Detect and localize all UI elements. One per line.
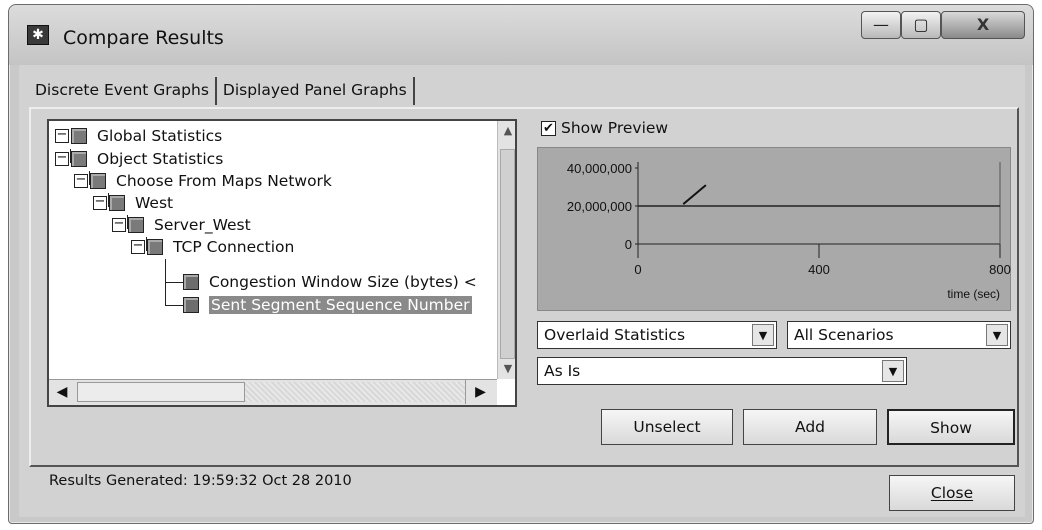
scenarios-value: All Scenarios — [794, 326, 894, 344]
y-tick-label: 0 — [625, 237, 632, 252]
tab-panel: − Global Statistics − Object Statistics … — [29, 107, 1019, 489]
statistic-checked-icon — [183, 297, 199, 313]
preview-chart-svg: 40,000,000 20,000,000 00 400 800 time (sec) — [567, 161, 1011, 301]
collapse-icon[interactable]: − — [55, 128, 69, 143]
tree-item-server-west[interactable]: − Server_West — [112, 214, 251, 236]
folder-icon — [71, 128, 87, 144]
checkmark-icon[interactable]: ✔ — [541, 120, 556, 136]
y-tick-label: 40,000,000 — [567, 161, 632, 176]
x-tick-label: 400 — [808, 262, 830, 277]
statistic-icon — [183, 274, 199, 290]
filter-value: As Is — [544, 362, 581, 380]
show-preview-label: Show Preview — [561, 119, 669, 137]
close-button[interactable]: Close — [889, 475, 1015, 511]
statistics-tree: − Global Statistics − Object Statistics … — [47, 119, 517, 407]
collapse-icon[interactable]: − — [93, 195, 107, 210]
filter-select[interactable]: As Is ▼ — [537, 357, 907, 385]
tree-item-label: Server_West — [154, 216, 251, 234]
tree-item-choose-from-maps-network[interactable]: − Choose From Maps Network — [74, 170, 332, 192]
plot-area — [638, 162, 1000, 244]
results-generated-text: Results Generated: 19:59:32 Oct 28 2010 — [49, 473, 352, 489]
tree-item-object-statistics[interactable]: − Object Statistics — [55, 148, 223, 170]
preview-chart: 40,000,000 20,000,000 0 0 400 800 time (sec) — [537, 147, 1011, 311]
tree-item-label: Global Statistics — [97, 127, 223, 145]
tree-item-label: Sent Segment Sequence Number — [209, 296, 472, 314]
title-bar: ✱ Compare Results — ▢ X — [9, 5, 1033, 65]
folder-icon — [147, 239, 163, 255]
statistics-mode-value: Overlaid Statistics — [544, 326, 686, 344]
tree-connector — [165, 305, 183, 306]
scroll-left-icon[interactable]: ◀ — [49, 380, 75, 404]
folder-icon — [90, 173, 106, 189]
scroll-thumb[interactable] — [500, 149, 515, 359]
tree-item-label: West — [135, 194, 174, 212]
tree-horizontal-scrollbar[interactable]: ◀ ▶ — [49, 379, 497, 405]
compare-results-window: ✱ Compare Results — ▢ X Discrete Event G… — [8, 4, 1034, 524]
chevron-down-icon[interactable]: ▼ — [882, 360, 904, 382]
scroll-track[interactable] — [245, 382, 465, 402]
y-tick-label: 20,000,000 — [567, 199, 632, 214]
tree-connector — [165, 282, 183, 283]
tree-item-sent-segment-sequence-number[interactable]: Sent Segment Sequence Number — [183, 294, 472, 316]
tab-displayed-panel-graphs[interactable]: Displayed Panel Graphs — [217, 77, 415, 105]
collapse-icon[interactable]: − — [55, 151, 69, 166]
minimize-button[interactable]: — — [861, 11, 901, 39]
app-icon: ✱ — [27, 25, 49, 45]
close-button-label: Close — [930, 484, 974, 502]
x-tick-label: 800 — [989, 262, 1011, 277]
x-tick-label: 0 — [634, 262, 641, 277]
tree-item-congestion-window-size[interactable]: Congestion Window Size (bytes) < — [183, 271, 477, 293]
chevron-down-icon[interactable]: ▼ — [986, 324, 1008, 346]
scroll-down-icon[interactable]: ▼ — [498, 359, 515, 379]
statistics-mode-select[interactable]: Overlaid Statistics ▼ — [537, 321, 777, 349]
x-axis-label: time (sec) — [947, 287, 1000, 301]
tree-item-label: Congestion Window Size (bytes) < — [209, 273, 477, 291]
collapse-icon[interactable]: − — [74, 173, 88, 188]
tree-item-label: Choose From Maps Network — [116, 172, 332, 190]
scenarios-select[interactable]: All Scenarios ▼ — [787, 321, 1011, 349]
chevron-down-icon[interactable]: ▼ — [752, 324, 774, 346]
scroll-thumb[interactable] — [77, 382, 245, 402]
collapse-icon[interactable]: − — [112, 217, 126, 232]
folder-icon — [109, 195, 125, 211]
tree-item-global-statistics[interactable]: − Global Statistics — [55, 125, 222, 147]
add-button[interactable]: Add — [743, 409, 877, 445]
tab-discrete-event-graphs[interactable]: Discrete Event Graphs — [29, 77, 217, 105]
dialog-body: Discrete Event Graphs Displayed Panel Gr… — [19, 65, 1025, 517]
tab-bar: Discrete Event Graphs Displayed Panel Gr… — [29, 77, 415, 107]
tree-vertical-scrollbar[interactable]: ▲ ▼ — [497, 121, 515, 379]
close-window-button[interactable]: X — [941, 11, 1025, 39]
unselect-button[interactable]: Unselect — [601, 409, 733, 445]
tree-item-tcp-connection[interactable]: − TCP Connection — [131, 236, 294, 258]
show-preview-checkbox[interactable]: ✔ Show Preview — [541, 119, 668, 137]
maximize-button[interactable]: ▢ — [901, 11, 941, 39]
tree-item-label: TCP Connection — [173, 238, 295, 256]
window-title: Compare Results — [63, 27, 224, 49]
folder-icon — [71, 151, 87, 167]
scroll-right-icon[interactable]: ▶ — [465, 380, 495, 404]
tree-item-label: Object Statistics — [97, 150, 224, 168]
collapse-icon[interactable]: − — [131, 239, 145, 254]
folder-icon — [128, 217, 144, 233]
scroll-up-icon[interactable]: ▲ — [498, 121, 515, 141]
tree-item-west[interactable]: − West — [93, 192, 173, 214]
show-button[interactable]: Show — [887, 409, 1015, 445]
